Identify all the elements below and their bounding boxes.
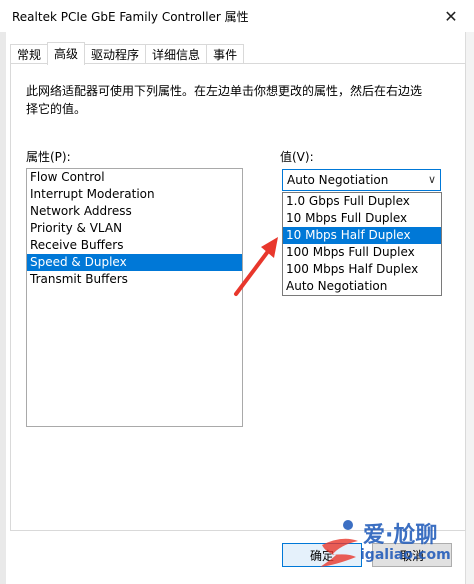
value-option-100mbps-half[interactable]: 100 Mbps Half Duplex <box>283 261 441 278</box>
close-button[interactable]: ✕ <box>428 0 474 32</box>
property-item-interrupt-moderation[interactable]: Interrupt Moderation <box>27 186 242 203</box>
tab-driver[interactable]: 驱动程序 <box>84 44 147 65</box>
close-icon: ✕ <box>444 6 458 26</box>
tab-advanced[interactable]: 高级 <box>47 42 86 65</box>
tab-details[interactable]: 详细信息 <box>145 44 208 65</box>
value-label: 值(V): <box>280 150 314 164</box>
tab-strip: 常规 高级 驱动程序 详细信息 事件 <box>10 42 245 65</box>
tab-events[interactable]: 事件 <box>206 44 245 65</box>
window-title: Realtek PCIe GbE Family Controller 属性 <box>12 10 249 24</box>
property-label: 属性(P): <box>26 150 71 164</box>
property-item-transmit-buffers[interactable]: Transmit Buffers <box>27 271 242 288</box>
property-item-network-address[interactable]: Network Address <box>27 203 242 220</box>
value-combobox[interactable]: Auto Negotiation ∨ <box>282 169 441 191</box>
value-dropdown-list[interactable]: 1.0 Gbps Full Duplex 10 Mbps Full Duplex… <box>282 192 442 296</box>
property-item-receive-buffers[interactable]: Receive Buffers <box>27 237 242 254</box>
property-item-speed-duplex[interactable]: Speed & Duplex <box>27 254 242 271</box>
value-option-1gbps-full[interactable]: 1.0 Gbps Full Duplex <box>283 193 441 210</box>
annotation-arrow-icon <box>234 237 278 296</box>
cancel-button[interactable]: 取消 <box>372 543 452 567</box>
value-option-auto-negotiation[interactable]: Auto Negotiation <box>283 278 441 295</box>
value-option-100mbps-full[interactable]: 100 Mbps Full Duplex <box>283 244 441 261</box>
background-window-edge-right <box>465 32 474 584</box>
title-bar: Realtek PCIe GbE Family Controller 属性 ✕ <box>0 0 474 32</box>
value-option-10mbps-half[interactable]: 10 Mbps Half Duplex <box>283 227 441 244</box>
tab-general[interactable]: 常规 <box>10 44 49 65</box>
ok-button[interactable]: 确定 <box>282 543 362 567</box>
chevron-down-icon: ∨ <box>427 173 436 186</box>
value-option-10mbps-full[interactable]: 10 Mbps Full Duplex <box>283 210 441 227</box>
property-item-flow-control[interactable]: Flow Control <box>27 169 242 186</box>
property-list[interactable]: Flow Control Interrupt Moderation Networ… <box>26 168 243 427</box>
property-item-priority-vlan[interactable]: Priority & VLAN <box>27 220 242 237</box>
value-combobox-current: Auto Negotiation <box>287 173 389 187</box>
description-text: 此网络适配器可使用下列属性。在左边单击你想更改的属性，然后在右边选择它的值。 <box>26 84 423 116</box>
background-window-edge-left <box>0 32 6 584</box>
